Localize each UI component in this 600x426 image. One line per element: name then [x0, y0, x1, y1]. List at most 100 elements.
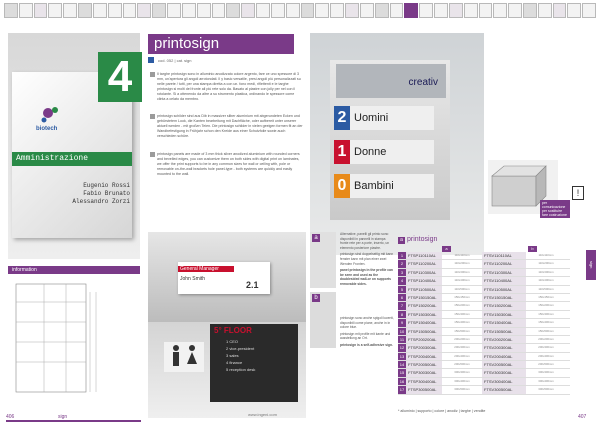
page-thumbnail[interactable]	[256, 3, 270, 18]
table-row: 12 FTSP200300AL 200x300mm FTSV200300AL 200x3…	[398, 344, 570, 353]
floor-number: 0	[334, 174, 350, 198]
page-thumbnail[interactable]	[508, 3, 522, 18]
code-a: FTSP200200AL	[406, 335, 442, 344]
page-thumbnail[interactable]	[330, 3, 345, 18]
page-thumbnail[interactable]	[285, 3, 300, 18]
page-thumbnail[interactable]	[122, 3, 137, 18]
page-thumbnail-strip[interactable]	[4, 3, 597, 18]
size-b: 110x200mm	[538, 261, 554, 266]
page-thumbnail[interactable]	[78, 3, 92, 18]
page-thumbnail[interactable]	[33, 3, 48, 18]
row-number: 2	[398, 260, 406, 268]
page-thumbnail[interactable]	[167, 3, 181, 18]
page-thumbnail[interactable]	[463, 3, 478, 18]
table-row: 4 FTSP110400AL 110x400mm FTSV110400AL 110x40…	[398, 277, 570, 286]
page-thumbnail[interactable]	[181, 3, 196, 18]
code-a: FTSP110200AL	[406, 260, 442, 268]
table-row: 14 FTSP200500AL 200x500mm FTSV200500AL 200x5…	[398, 361, 570, 370]
page-thumbnail[interactable]	[315, 3, 330, 18]
size-a: 110x200mm	[454, 261, 470, 266]
table-row: 2 FTSP110200AL 110x200mm FTSV110200AL 110x20…	[398, 260, 570, 269]
size-b: 150x400mm	[538, 320, 554, 325]
size-b: 200x300mm	[538, 345, 554, 350]
size-a: 150x300mm	[454, 311, 470, 316]
page-thumbnail[interactable]	[137, 3, 152, 18]
page-thumbnail[interactable]	[493, 3, 508, 18]
code-a: FTSP150200AL	[406, 302, 442, 310]
size-a: 300x400mm	[454, 378, 470, 383]
code-a: FTSP200400AL	[406, 352, 442, 361]
floor-item: 5 reception desk	[226, 367, 256, 372]
page-thumbnail[interactable]	[582, 3, 597, 18]
page-thumbnail[interactable]	[404, 3, 419, 18]
page-thumbnail[interactable]	[522, 3, 537, 18]
page-thumbnail[interactable]	[374, 3, 389, 18]
size-a: 110x400mm	[454, 278, 470, 283]
flag-en-icon	[150, 152, 155, 157]
page-thumbnail[interactable]	[389, 3, 404, 18]
size-b: 110x400mm	[538, 278, 554, 283]
page-thumbnail[interactable]	[196, 3, 211, 18]
page-thumbnail[interactable]	[63, 3, 78, 18]
page-thumbnail[interactable]	[345, 3, 359, 18]
variant-a-label: a	[312, 234, 320, 242]
floor-list: 1 CEO 2 vice-president 3 sales 4 finance…	[226, 338, 296, 373]
size-a: 110x110mm	[454, 253, 470, 257]
page-thumbnail[interactable]	[241, 3, 256, 18]
table-row: 13 FTSP200400AL 200x400mm FTSV200400AL 200x4…	[398, 352, 570, 362]
floor-item: 4 finance	[226, 360, 243, 365]
page-thumbnail[interactable]	[4, 3, 18, 18]
page-thumbnail[interactable]	[226, 3, 241, 18]
size-b: 110x110mm	[538, 253, 554, 257]
code-a: FTSP110500AL	[406, 285, 442, 293]
row-number: 6	[398, 293, 406, 302]
page-thumbnail[interactable]	[152, 3, 167, 18]
page-thumbnail[interactable]	[567, 3, 582, 18]
room-number: 4	[98, 52, 142, 102]
sign-layout-diagram-icon	[15, 283, 97, 393]
floor-title: 5° FLOOR	[214, 326, 252, 335]
page-thumbnail[interactable]	[552, 3, 567, 18]
page-thumbnail[interactable]	[419, 3, 434, 18]
page-thumbnail[interactable]	[211, 3, 226, 18]
code-b: FTSV150400AL	[482, 319, 526, 327]
size-a: 110x300mm	[454, 269, 470, 274]
packaging-caption: per comunicazione per sostituire fare co…	[540, 200, 570, 218]
page-thumbnail[interactable]	[359, 3, 374, 18]
page-thumbnail[interactable]	[478, 3, 493, 18]
code-a: FTSP300500AL	[406, 386, 442, 394]
page-thumbnail[interactable]	[300, 3, 315, 18]
door-sign-number: 2.1	[246, 280, 259, 290]
code-a: FTSP150400AL	[406, 319, 442, 327]
page-thumbnail[interactable]	[448, 3, 463, 18]
page-thumbnail[interactable]	[270, 3, 285, 18]
variant-b-text: printosign mit profile mit kante und aus…	[340, 331, 391, 341]
department-label: Amministrazione	[12, 152, 132, 166]
table-row: 16 FTSP300400AL 300x400mm FTSV300400AL 300x4…	[398, 377, 570, 387]
code-b: FTSV110400AL	[482, 277, 526, 285]
page-thumbnail[interactable]	[107, 3, 122, 18]
size-a: 300x300mm	[454, 370, 470, 375]
code-b: FTSV200300AL	[482, 344, 526, 352]
row-number: 12	[398, 344, 406, 352]
code-a: FTSP150500AL	[406, 327, 442, 335]
restroom-icon	[164, 342, 204, 372]
row-number: 9	[398, 319, 406, 327]
row-number: 3	[398, 268, 406, 277]
page-thumbnail[interactable]	[48, 3, 63, 18]
row-number: 10	[398, 327, 406, 335]
variant-b-text: printosign is a self-adhesive sign.	[340, 342, 393, 347]
product-table: 1 FTSP110110AL 110x110mm FTSV110110AL 110x11…	[398, 252, 570, 395]
directory-brand: creativ	[336, 64, 446, 98]
code-a: FTSP150300AL	[406, 310, 442, 319]
section-tab[interactable]: sign	[586, 250, 596, 280]
page-thumbnail[interactable]	[537, 3, 552, 18]
page-thumbnail[interactable]	[92, 3, 107, 18]
row-number: 11	[398, 335, 406, 344]
table-row: 1 FTSP110110AL 110x110mm FTSV110110AL 110x11…	[398, 252, 570, 261]
size-b: 300x300mm	[538, 370, 554, 375]
page-thumbnail[interactable]	[434, 3, 448, 18]
page-thumbnail[interactable]	[18, 3, 33, 18]
size-a: 150x200mm	[454, 303, 470, 308]
code-b: FTSV150150AL	[482, 293, 526, 302]
